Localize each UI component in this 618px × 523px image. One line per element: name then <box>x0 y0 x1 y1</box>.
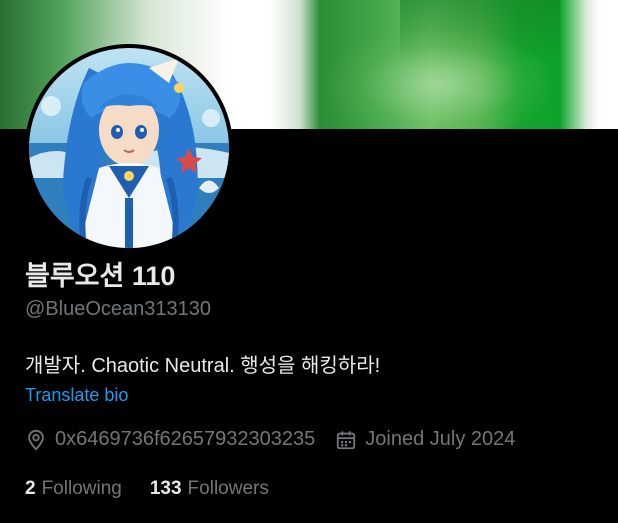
calendar-icon <box>337 430 356 449</box>
user-handle: @BlueOcean313130 <box>25 298 211 320</box>
location-text: 0x6469736f62657932303235 <box>55 428 316 450</box>
map-pin-icon <box>28 429 44 450</box>
followers-label: Followers <box>187 478 269 499</box>
location-item: 0x6469736f62657932303235 <box>25 428 315 451</box>
profile-avatar[interactable] <box>25 44 233 252</box>
follow-stats: 2 Following 133 Followers <box>25 478 269 500</box>
avatar-illustration <box>29 58 229 248</box>
translate-bio-link[interactable]: Translate bio <box>25 385 128 406</box>
followers-count: 133 <box>149 478 182 499</box>
following-label: Following <box>41 478 122 499</box>
joined-item: Joined July 2024 <box>335 428 515 451</box>
display-name: 블루오션 110 <box>25 261 176 291</box>
banner-glow <box>330 30 550 129</box>
following-count: 2 <box>25 478 36 499</box>
joined-text: Joined July 2024 <box>365 428 516 450</box>
profile-bio: 개발자. Chaotic Neutral. 행성을 해킹하라! <box>25 355 381 377</box>
followers-link[interactable]: 133 Followers <box>150 478 269 500</box>
profile-meta: 0x6469736f62657932303235 Joined July 202… <box>25 428 515 451</box>
following-link[interactable]: 2 Following <box>25 478 122 500</box>
avatar-image <box>29 48 229 248</box>
